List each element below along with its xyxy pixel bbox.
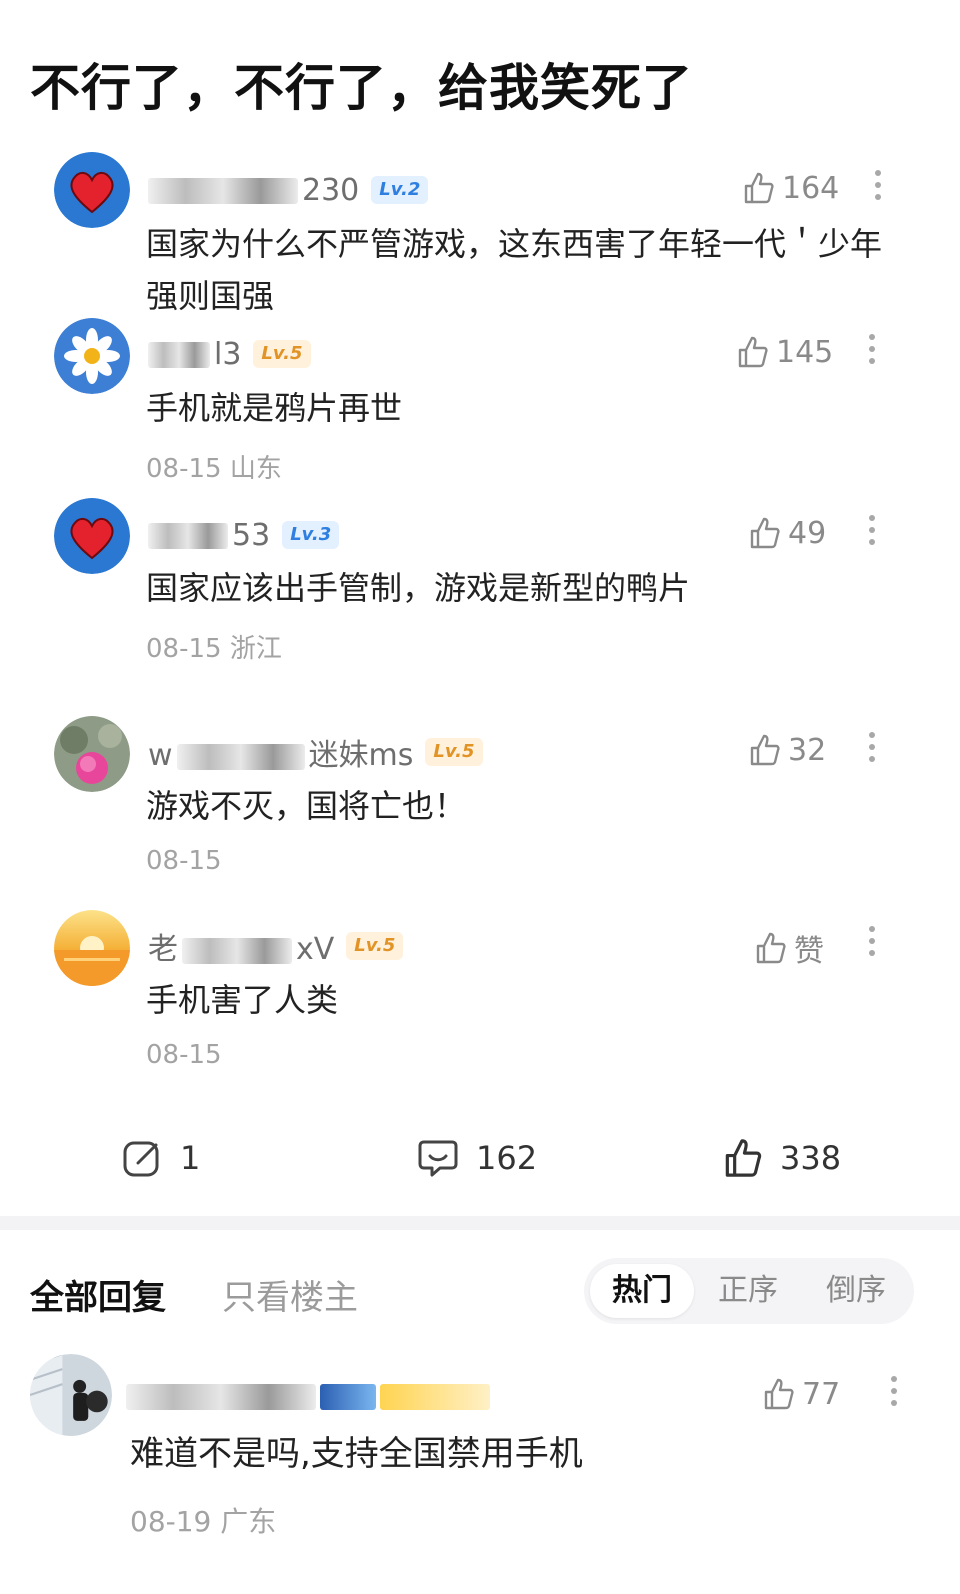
- more-options-icon[interactable]: [868, 509, 876, 551]
- level-badge: Lv.5: [425, 738, 483, 766]
- heart-avatar-icon: [54, 152, 130, 228]
- sort-toggle: 热门 正序 倒序: [584, 1258, 914, 1324]
- post-title: 不行了，不行了，给我笑死了: [30, 59, 693, 117]
- like-button[interactable]: 49: [746, 515, 826, 551]
- comment-date: 08-15 浙江: [146, 634, 282, 664]
- daisy-avatar-icon: [54, 318, 130, 394]
- like-button[interactable]: 77: [760, 1376, 840, 1412]
- heart-avatar-icon: [54, 498, 130, 574]
- comment-text: 手机就是鸦片再世: [146, 389, 403, 427]
- like-count: 49: [788, 515, 827, 551]
- comment-meta: l3 Lv.5: [148, 334, 311, 374]
- thumbs-up-icon: [764, 1378, 794, 1410]
- level-badge: Lv.5: [346, 932, 404, 960]
- share-count: 1: [180, 1139, 201, 1177]
- like-count: 32: [788, 732, 827, 768]
- comment-meta: w 迷妹ms Lv.5: [148, 730, 483, 774]
- section-divider: [0, 1216, 960, 1230]
- like-label: 赞: [794, 934, 824, 969]
- username[interactable]: l3: [148, 337, 241, 372]
- comment-button[interactable]: 162: [416, 1136, 537, 1180]
- level-badge: Lv.5: [253, 340, 311, 368]
- like-count: 338: [780, 1139, 842, 1177]
- avatar[interactable]: [30, 1354, 112, 1436]
- comment-date: 08-15 山东: [146, 454, 282, 484]
- like-button[interactable]: 赞: [752, 926, 824, 970]
- username[interactable]: [126, 1379, 494, 1414]
- chat-bubble-icon: [418, 1140, 458, 1177]
- level-badge: Lv.3: [282, 521, 340, 549]
- photo-avatar-icon: [30, 1354, 112, 1436]
- share-button[interactable]: 1: [120, 1136, 200, 1180]
- more-options-icon[interactable]: [890, 1370, 898, 1412]
- thumbs-up-icon: [750, 517, 780, 549]
- share-edit-icon: [123, 1141, 159, 1177]
- username[interactable]: 53: [148, 518, 270, 553]
- sort-hot[interactable]: 热门: [590, 1264, 694, 1318]
- avatar[interactable]: [54, 498, 130, 574]
- thumbs-up-icon: [750, 734, 780, 766]
- comment-meta: 230 Lv.2: [148, 170, 429, 210]
- thumbs-up-icon: [744, 172, 774, 204]
- username[interactable]: w 迷妹ms: [148, 730, 413, 774]
- reply-text: 难道不是吗,支持全国禁用手机: [130, 1434, 583, 1474]
- more-options-icon[interactable]: [868, 328, 876, 370]
- avatar[interactable]: [54, 152, 130, 228]
- more-options-icon[interactable]: [868, 920, 876, 962]
- comment-meta: 老 xV Lv.5: [148, 924, 404, 968]
- flower-avatar-icon: [54, 716, 130, 792]
- like-button[interactable]: 145: [734, 334, 833, 370]
- comment-count: 162: [476, 1139, 538, 1177]
- avatar[interactable]: [54, 910, 130, 986]
- tab-host-only[interactable]: 只看楼主: [222, 1270, 358, 1319]
- comment-date: 08-15: [146, 846, 222, 876]
- action-bar: 1 162 338: [0, 1130, 960, 1190]
- comment-meta: 53 Lv.3: [148, 515, 340, 555]
- comment-text: 游戏不灭，国将亡也！: [146, 787, 467, 825]
- sort-ascending[interactable]: 正序: [696, 1264, 800, 1318]
- like-post-button[interactable]: 338: [720, 1136, 841, 1180]
- tab-all-replies[interactable]: 全部回复: [30, 1270, 166, 1319]
- avatar[interactable]: [54, 716, 130, 792]
- sunset-avatar-icon: [54, 910, 130, 986]
- reply-meta: [126, 1376, 494, 1416]
- thumbs-up-icon: [725, 1139, 762, 1177]
- like-count: 77: [802, 1376, 841, 1412]
- avatar[interactable]: [54, 318, 130, 394]
- more-options-icon[interactable]: [868, 726, 876, 768]
- level-badge: Lv.2: [371, 176, 429, 204]
- like-count: 145: [776, 334, 834, 370]
- reply-date: 08-19 广东: [130, 1505, 277, 1538]
- thumbs-up-icon: [738, 336, 768, 368]
- username[interactable]: 老 xV: [148, 924, 334, 968]
- comment-text: 国家为什么不严管游戏，这东西害了年轻一代＇少年强则国强: [146, 225, 883, 315]
- comment-text: 手机害了人类: [146, 981, 339, 1019]
- comment-text: 国家应该出手管制，游戏是新型的鸭片: [146, 569, 691, 607]
- sort-descending[interactable]: 倒序: [804, 1264, 908, 1318]
- more-options-icon[interactable]: [874, 164, 882, 206]
- like-count: 164: [782, 170, 840, 206]
- like-button[interactable]: 164: [740, 170, 839, 206]
- comment-date: 08-15: [146, 1040, 222, 1070]
- thumbs-up-icon: [756, 932, 786, 964]
- username[interactable]: 230: [148, 173, 359, 208]
- like-button[interactable]: 32: [746, 732, 826, 768]
